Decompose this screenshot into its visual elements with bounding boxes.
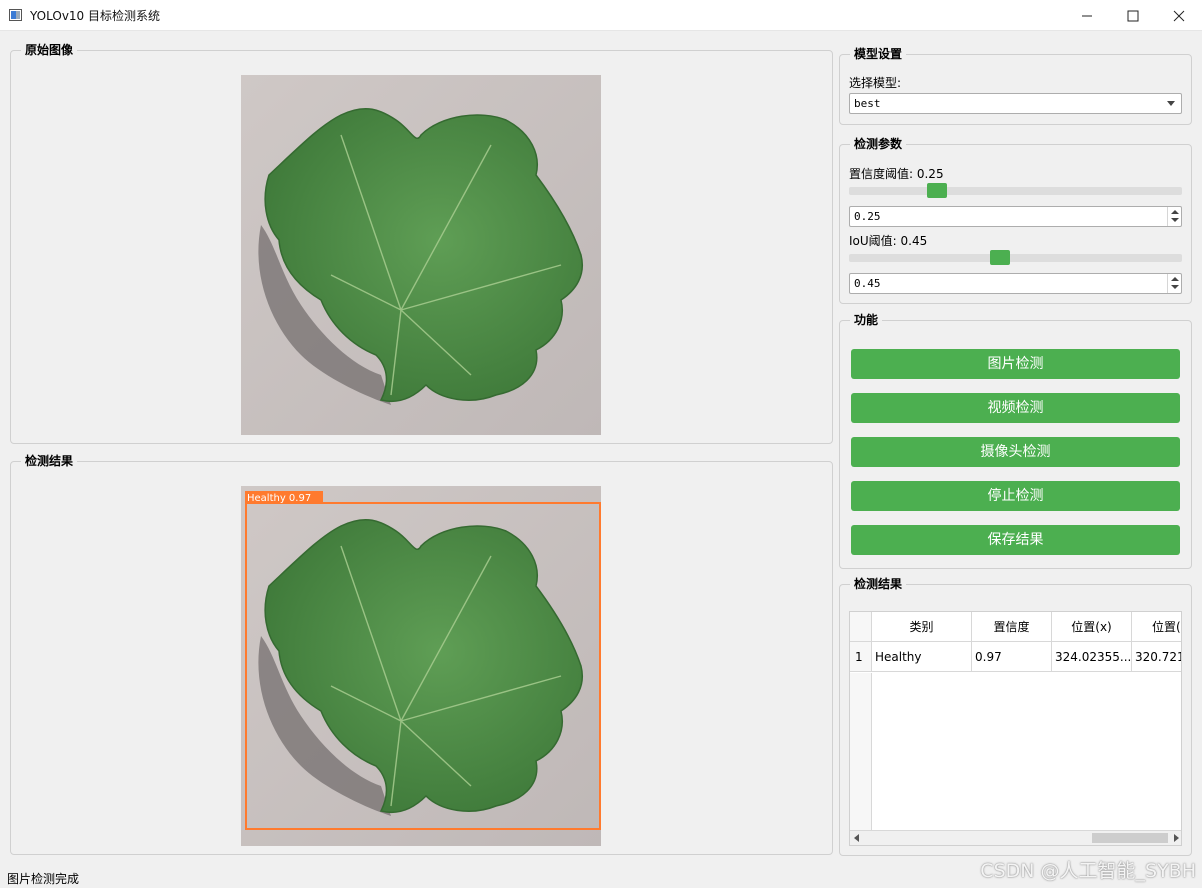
iou-spinbox-value: 0.45 [854, 277, 881, 290]
app-icon [9, 9, 22, 21]
conf-spinbox-value: 0.25 [854, 210, 881, 223]
conf-threshold-label: 置信度阈值: 0.25 [849, 167, 944, 181]
conf-spinbox[interactable]: 0.25 [849, 206, 1182, 227]
spin-down-icon[interactable] [1171, 218, 1179, 222]
original-image [241, 75, 601, 435]
scrollbar-thumb[interactable] [1092, 833, 1168, 843]
results-title: 检测结果 [850, 576, 907, 592]
window-title: YOLOv10 目标检测系统 [30, 9, 161, 23]
original-image-title: 原始图像 [21, 42, 78, 58]
leaf-detection-image: Healthy 0.97 [241, 486, 601, 846]
model-select-value: best [854, 97, 881, 110]
model-select[interactable]: best [849, 93, 1182, 114]
detection-label: Healthy 0.97 [247, 493, 311, 504]
column-header-confidence[interactable]: 置信度 [972, 612, 1052, 642]
iou-slider[interactable] [849, 254, 1182, 262]
minimize-icon [1082, 15, 1092, 16]
chevron-down-icon [1167, 101, 1175, 106]
iou-slider-handle[interactable] [990, 250, 1010, 265]
iou-spinbox-arrows[interactable] [1167, 274, 1181, 293]
table-cell-y[interactable]: 320.7210... [1132, 642, 1181, 672]
detection-params-title: 检测参数 [850, 136, 907, 152]
image-detect-button[interactable]: 图片检测 [851, 349, 1180, 379]
maximize-icon [1127, 10, 1139, 21]
column-header-y[interactable]: 位置(y) [1132, 612, 1181, 642]
column-header-class[interactable]: 类别 [872, 612, 972, 642]
conf-slider[interactable] [849, 187, 1182, 195]
iou-threshold-label: IoU阈值: 0.45 [849, 234, 928, 248]
conf-spinbox-arrows[interactable] [1167, 207, 1181, 226]
results-table[interactable]: 类别 置信度 位置(x) 位置(y) 1 Healthy 0.97 324.02… [849, 611, 1182, 846]
table-cell-confidence[interactable]: 0.97 [972, 642, 1052, 672]
watermark: CSDN @人工智能_SYBH [980, 860, 1196, 882]
video-detect-button[interactable]: 视频检测 [851, 393, 1180, 423]
scroll-right-icon[interactable] [1174, 834, 1179, 842]
row-header-empty [850, 673, 872, 833]
table-cell-class[interactable]: Healthy [872, 642, 972, 672]
table-cell-x[interactable]: 324.02355... [1052, 642, 1132, 672]
result-image-title: 检测结果 [21, 453, 78, 469]
leaf-image [241, 75, 601, 435]
column-header-x[interactable]: 位置(x) [1052, 612, 1132, 642]
spin-up-icon[interactable] [1171, 277, 1179, 281]
save-results-button[interactable]: 保存结果 [851, 525, 1180, 555]
spin-up-icon[interactable] [1171, 210, 1179, 214]
model-settings-title: 模型设置 [850, 46, 907, 62]
iou-spinbox[interactable]: 0.45 [849, 273, 1182, 294]
functions-title: 功能 [850, 312, 883, 328]
minimize-button[interactable] [1064, 0, 1110, 31]
spin-down-icon[interactable] [1171, 285, 1179, 289]
status-text: 图片检测完成 [7, 872, 80, 886]
row-header[interactable]: 1 [850, 642, 872, 672]
close-icon [1173, 10, 1185, 21]
camera-detect-button[interactable]: 摄像头检测 [851, 437, 1180, 467]
result-image: Healthy 0.97 [241, 486, 601, 846]
table-corner[interactable] [850, 612, 872, 642]
conf-slider-handle[interactable] [927, 183, 947, 198]
maximize-button[interactable] [1110, 0, 1156, 31]
close-button[interactable] [1156, 0, 1202, 31]
stop-detect-button[interactable]: 停止检测 [851, 481, 1180, 511]
title-bar: YOLOv10 目标检测系统 [0, 0, 1202, 31]
scroll-left-icon[interactable] [854, 834, 859, 842]
select-model-label: 选择模型: [849, 76, 902, 90]
horizontal-scrollbar[interactable] [850, 830, 1181, 845]
